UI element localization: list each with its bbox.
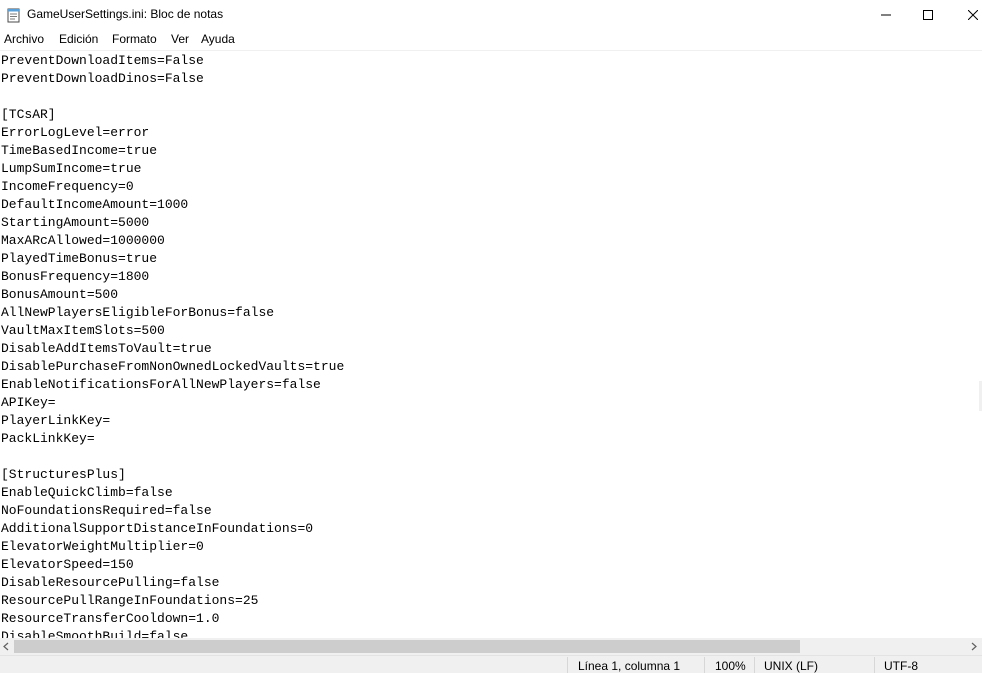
menu-formato[interactable]: Formato	[112, 32, 157, 46]
text-line: ElevatorSpeed=150	[1, 557, 134, 572]
status-divider	[704, 657, 705, 673]
line-ending: UNIX (LF)	[764, 659, 818, 673]
chevron-left-icon	[3, 642, 9, 651]
text-line: PreventDownloadDinos=False	[1, 71, 204, 86]
text-line: ResourceTransferCooldown=1.0	[1, 611, 220, 626]
text-line: [StructuresPlus]	[1, 467, 126, 482]
text-line: EnableQuickClimb=false	[1, 485, 173, 500]
horizontal-scroll-thumb[interactable]	[14, 640, 800, 653]
maximize-icon	[923, 10, 933, 20]
close-icon	[968, 10, 978, 20]
window-title: GameUserSettings.ini: Bloc de notas	[27, 7, 224, 21]
scroll-left-button[interactable]	[0, 638, 14, 655]
text-line: PlayedTimeBonus=true	[1, 251, 158, 266]
close-button[interactable]	[950, 0, 982, 30]
minimize-button[interactable]	[863, 0, 909, 30]
menu-bar: Archivo Edición Formato Ver Ayuda	[0, 30, 982, 50]
chevron-right-icon	[971, 642, 977, 651]
text-line: [TCsAR]	[1, 107, 56, 122]
status-divider	[567, 657, 568, 673]
text-line: PreventDownloadItems=False	[1, 53, 204, 68]
status-divider	[754, 657, 755, 673]
minimize-icon	[881, 14, 891, 16]
editor-text[interactable]: PreventDownloadItems=False PreventDownloa…	[1, 52, 344, 638]
text-line: EnableNotificationsForAllNewPlayers=fals…	[1, 377, 321, 392]
text-line	[1, 88, 344, 106]
scroll-right-button[interactable]	[965, 638, 982, 655]
text-line	[1, 448, 344, 466]
menu-archivo[interactable]: Archivo	[4, 32, 44, 46]
menu-ver[interactable]: Ver	[171, 32, 189, 46]
text-editor[interactable]: PreventDownloadItems=False PreventDownloa…	[0, 51, 982, 638]
text-line: DisableAddItemsToVault=true	[1, 341, 212, 356]
text-line: MaxARcAllowed=1000000	[1, 233, 165, 248]
text-line: NoFoundationsRequired=false	[1, 503, 212, 518]
text-line: BonusAmount=500	[1, 287, 119, 302]
cursor-position: Línea 1, columna 1	[578, 659, 681, 673]
text-line: DisableSmoothBuild=false	[1, 629, 189, 638]
menu-edicion[interactable]: Edición	[59, 32, 98, 46]
text-line: BonusFrequency=1800	[1, 269, 150, 284]
notepad-window: GameUserSettings.ini: Bloc de notas Arch…	[0, 0, 982, 673]
text-line: VaultMaxItemSlots=500	[1, 323, 165, 338]
status-bar: Línea 1, columna 1 100% UNIX (LF) UTF-8	[0, 655, 982, 673]
maximize-button[interactable]	[905, 0, 951, 30]
encoding: UTF-8	[884, 659, 918, 673]
text-line: AllNewPlayersEligibleForBonus=false	[1, 305, 275, 320]
text-line: ResourcePullRangeInFoundations=25	[1, 593, 259, 608]
status-divider	[874, 657, 875, 673]
menu-ayuda[interactable]: Ayuda	[201, 32, 235, 46]
text-line: IncomeFrequency=0	[1, 179, 134, 194]
text-line: DisablePurchaseFromNonOwnedLockedVaults=…	[1, 359, 345, 374]
notepad-icon	[7, 7, 21, 23]
text-line: ErrorLogLevel=error	[1, 125, 150, 140]
zoom-level: 100%	[715, 659, 746, 673]
title-bar[interactable]: GameUserSettings.ini: Bloc de notas	[0, 0, 982, 30]
text-line: AdditionalSupportDistanceInFoundations=0	[1, 521, 314, 536]
text-line: ElevatorWeightMultiplier=0	[1, 539, 204, 554]
text-line: APIKey=	[1, 395, 56, 410]
text-line: DisableResourcePulling=false	[1, 575, 220, 590]
text-line: StartingAmount=5000	[1, 215, 150, 230]
horizontal-scrollbar[interactable]	[0, 638, 982, 655]
text-line: TimeBasedIncome=true	[1, 143, 158, 158]
text-line: PackLinkKey=	[1, 431, 95, 446]
text-line: LumpSumIncome=true	[1, 161, 142, 176]
text-line: PlayerLinkKey=	[1, 413, 111, 428]
text-line: DefaultIncomeAmount=1000	[1, 197, 189, 212]
